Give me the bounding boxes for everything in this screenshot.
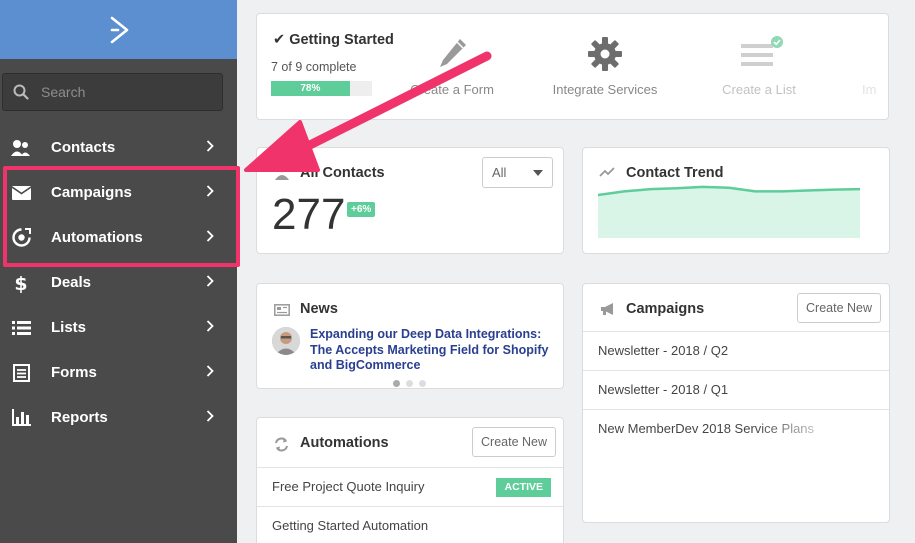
sidebar-item-automations[interactable]: Automations [0,215,237,260]
change-badge: +6% [347,202,376,217]
chevron-right-icon [206,230,214,242]
step-label: Create a Form [410,82,494,97]
sidebar-item-label: Forms [51,364,97,381]
dollar-icon: $ [11,273,31,293]
trend-area [598,186,860,238]
card-title: All Contacts [300,165,385,181]
getting-started-title: ✔ Getting Started [273,32,394,48]
sidebar-item-label: Deals [51,274,92,291]
contact-trend-card: Contact Trend [582,147,890,254]
sidebar: Contacts Campaigns Automations $ Deals [0,0,237,543]
checkmark-icon: ✔ [273,32,286,48]
sidebar-item-label: Automations [51,229,143,246]
sidebar-item-label: Campaigns [51,184,132,201]
automation-row[interactable]: Getting Started Automation [257,506,563,543]
campaign-row[interactable]: Newsletter - 2018 / Q1 [583,370,889,409]
carousel-dots [393,380,426,387]
chevron-right-icon [206,140,214,152]
list-lines-icon [741,36,783,66]
newspaper-icon [274,304,290,316]
contacts-filter-select[interactable]: All [482,157,553,188]
getting-started-card: ✔ Getting Started 7 of 9 complete 78% Cr… [256,13,889,120]
sidebar-item-reports[interactable]: Reports [0,395,237,440]
contacts-icon [11,138,31,158]
step-label: Im [862,82,877,97]
sidebar-item-lists[interactable]: Lists [0,305,237,350]
bar-chart-icon [11,408,31,428]
carousel-dot[interactable] [393,380,400,387]
trend-line-icon [599,167,615,177]
chevron-right-icon [206,365,214,377]
sidebar-item-label: Lists [51,319,87,336]
all-contacts-card: All Contacts All 277 +6% [256,147,564,254]
step-create-form[interactable]: Create a Form [387,34,517,97]
getting-started-progress-text: 7 of 9 complete [271,60,357,74]
sidebar-item-deals[interactable]: $ Deals [0,260,237,305]
campaign-row[interactable]: New MemberDev 2018 Service Plans [583,409,889,448]
sidebar-item-label: Reports [51,409,108,426]
pencil-icon [440,39,466,67]
step-label: Integrate Services [552,82,658,97]
search-icon [13,84,29,100]
envelope-icon [11,183,31,203]
megaphone-icon [601,303,613,315]
gear-icon [588,37,622,71]
sidebar-item-label: Contacts [51,139,116,156]
sidebar-nav: Contacts Campaigns Automations $ Deals L… [0,125,237,440]
progress-bar: 78% [271,81,372,96]
card-title: Contact Trend [626,165,724,181]
news-card: News Expanding our Deep Data Integration… [256,283,564,389]
campaigns-card: Campaigns Create New Newsletter - 2018 /… [582,283,890,523]
trend-chart [598,185,860,238]
sidebar-item-contacts[interactable]: Contacts [0,125,237,170]
sidebar-item-forms[interactable]: Forms [0,350,237,395]
carousel-dot[interactable] [419,380,426,387]
step-label: Create a List [722,82,796,97]
carousel-dot[interactable] [406,380,413,387]
automations-card: Automations Create New Free Project Quot… [256,417,564,543]
step-integrate-services[interactable]: Integrate Services [540,34,670,97]
logo-chevron-icon [110,16,128,43]
create-automation-button[interactable]: Create New [472,427,556,457]
automation-row[interactable]: Free Project Quote Inquiry ACTIVE [257,467,563,506]
list-icon [11,318,31,338]
chevron-right-icon [206,320,214,332]
campaign-row[interactable]: Newsletter - 2018 / Q2 [583,331,889,370]
automation-icon [11,228,31,248]
chevron-right-icon [206,185,214,197]
card-title: News [300,301,338,317]
card-title: Automations [300,435,389,451]
search-input[interactable] [41,84,201,100]
news-headline-link[interactable]: Expanding our Deep Data Integrations: Th… [310,327,555,374]
chevron-right-icon [206,275,214,287]
caret-down-icon [533,170,543,176]
step-import[interactable]: Im [862,34,890,97]
logo-bar[interactable] [0,0,237,59]
author-avatar [272,327,300,355]
chevron-right-icon [206,410,214,422]
step-create-list[interactable]: Create a List [694,34,824,97]
form-icon [11,363,31,383]
status-badge: ACTIVE [496,478,551,497]
contact-count: 277 [272,190,346,239]
search-box[interactable] [2,73,223,111]
card-title: Campaigns [626,301,705,317]
create-campaign-button[interactable]: Create New [797,293,881,323]
svg-text:$: $ [14,273,27,293]
progress-fill: 78% [271,81,350,96]
import-icon [862,34,890,74]
sidebar-item-campaigns[interactable]: Campaigns [0,170,237,215]
refresh-icon [275,437,288,452]
user-icon [275,164,289,180]
